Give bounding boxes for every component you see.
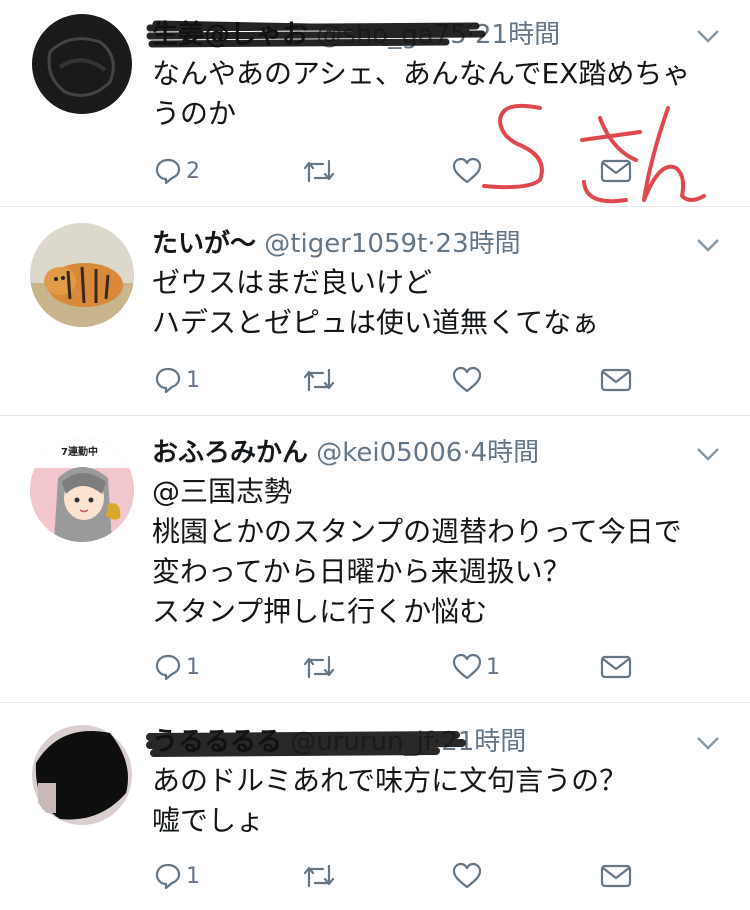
retweet-icon [303,655,335,679]
tweet-header: 生姜@しゃお @sho_ga75·21時間 [152,18,560,52]
avatar[interactable] [30,723,134,827]
user-handle[interactable]: @sho_ga75 [316,20,466,50]
user-handle[interactable]: @kei05006 [316,438,462,468]
reply-icon [155,863,181,890]
retweet-icon [303,864,335,888]
mail-icon [600,368,632,392]
heart-icon [452,366,482,393]
reply-icon [155,654,181,681]
retweet-button[interactable] [302,154,336,188]
tweet-text: あのドルミあれで味方に文句言うの？ 嘘でしょ [152,764,628,837]
display-name[interactable]: 生姜@しゃお [152,20,308,50]
timestamp[interactable]: 21時間 [441,727,526,757]
tweet-header: おふろみかん @kei05006·4時間 [152,436,539,470]
user-handle[interactable]: @ururun_jf [290,727,433,757]
tweet-text: なんやあのアシェ、あんなんでEX踏めちゃうのか [152,57,691,130]
tweet-4[interactable]: うるるるる @ururun_jf·21時間 あのドルミあれで味方に文句言うの？ … [0,703,750,910]
reply-count: 1 [186,367,200,393]
avatar[interactable]: 7連勤中 [30,438,134,542]
tweet-text: ゼウスはまだ良いけど ハデスとゼピュは使い道無くてなぁ [152,266,600,339]
retweet-icon [303,368,335,392]
dm-button[interactable] [600,650,632,684]
user-handle[interactable]: @tiger1059t [264,229,427,259]
avatar[interactable] [30,12,134,116]
like-count: 1 [486,654,500,680]
display-name[interactable]: おふろみかん [152,438,308,468]
dm-button[interactable] [600,859,632,893]
separator-dot: · [432,727,442,757]
display-name[interactable]: うるるるる [152,727,282,757]
reply-count: 1 [186,863,200,889]
chevron-down-icon[interactable] [694,235,722,255]
tweet-header: うるるるる @ururun_jf·21時間 [152,725,526,759]
retweet-button[interactable] [302,859,336,893]
chevron-down-icon[interactable] [694,26,722,46]
mail-icon [600,655,632,679]
heart-icon [452,653,482,680]
timestamp[interactable]: 4時間 [471,438,540,468]
like-button[interactable]: 1 [452,650,500,684]
tweet-2[interactable]: たいが〜 @tiger1059t·23時間 ゼウスはまだ良いけど ハデスとゼピュ… [0,207,750,415]
reply-button[interactable]: 2 [154,154,200,188]
reply-button[interactable]: 1 [154,650,200,684]
tweet-1[interactable]: 生姜@しゃお @sho_ga75·21時間 なんやあのアシェ、あんなんでEX踏め… [0,0,750,206]
reply-count: 2 [186,158,200,184]
reply-icon [155,367,181,394]
mail-icon [600,159,632,183]
chevron-down-icon[interactable] [694,444,722,464]
reply-icon [155,158,181,185]
reply-button[interactable]: 1 [154,859,200,893]
dm-button[interactable] [600,363,632,397]
separator-dot: · [466,20,475,50]
like-button[interactable] [452,363,482,397]
separator-dot: · [427,229,436,259]
tweet-header: たいが〜 @tiger1059t·23時間 [152,227,521,261]
separator-dot: · [462,438,471,468]
timestamp[interactable]: 23時間 [436,229,521,259]
avatar-badge: 7連勤中 [58,446,101,460]
chevron-down-icon[interactable] [694,733,722,753]
like-button[interactable] [452,859,482,893]
retweet-button[interactable] [302,650,336,684]
heart-icon [452,862,482,889]
mail-icon [600,864,632,888]
retweet-icon [303,159,335,183]
retweet-button[interactable] [302,363,336,397]
like-button[interactable] [452,154,482,188]
reply-button[interactable]: 1 [154,363,200,397]
display-name[interactable]: たいが〜 [152,229,256,259]
tweet-text: @三国志勢 桃園とかのスタンプの週替わりって今日で変わってから日曜から来週扱い？… [152,475,682,628]
tweet-3[interactable]: 7連勤中 おふろみかん @kei05006·4時間 @三国志勢 桃園とかのスタン… [0,416,750,702]
avatar[interactable] [30,223,134,327]
dm-button[interactable] [600,154,632,188]
timestamp[interactable]: 21時間 [475,20,560,50]
heart-icon [452,157,482,184]
reply-count: 1 [186,654,200,680]
